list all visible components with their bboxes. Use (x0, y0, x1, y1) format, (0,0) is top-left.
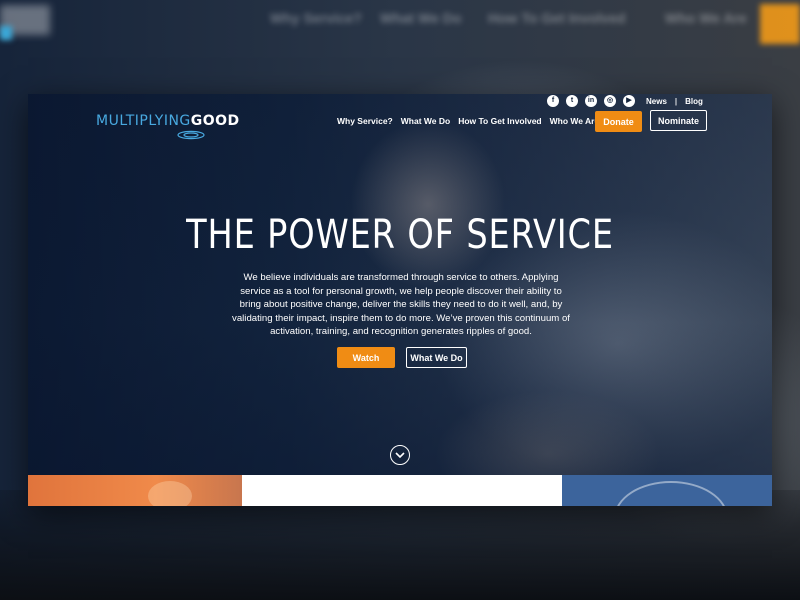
hero-section: MULTIPLYINGGOOD f t in ◎ ▶ News | Blog W… (28, 94, 772, 475)
backdrop-nav-3: How To Get Involved (488, 10, 626, 26)
nominate-button[interactable]: Nominate (650, 110, 707, 131)
backdrop-nav-4: Who We Are (665, 10, 747, 26)
social-links: f t in ◎ ▶ (547, 95, 635, 107)
scroll-down-button[interactable] (390, 445, 410, 465)
nav-item-how-to-get-involved[interactable]: How To Get Involved (458, 116, 541, 126)
chevron-down-icon (395, 451, 405, 458)
watch-button[interactable]: Watch (337, 347, 395, 368)
nav-item-who-we-are[interactable]: Who We Are (550, 116, 600, 126)
blog-link[interactable]: Blog (685, 97, 703, 106)
facebook-icon[interactable]: f (547, 95, 559, 107)
feature-tile-white[interactable] (242, 475, 562, 506)
feature-tile-orange[interactable] (28, 475, 242, 506)
instagram-icon[interactable]: ◎ (604, 95, 616, 107)
twitter-icon[interactable]: t (566, 95, 578, 107)
ripple-icon (177, 130, 205, 140)
backdrop-accent (0, 26, 12, 40)
utility-links: News | Blog (646, 97, 703, 106)
main-nav: Why Service? What We Do How To Get Invol… (337, 116, 599, 126)
donate-button[interactable]: Donate (595, 111, 642, 132)
backdrop-nav-1: Why Service? (270, 10, 362, 26)
logo-text: MULTIPLYINGGOOD (96, 113, 240, 129)
news-link[interactable]: News (646, 97, 667, 106)
nav-item-why-service[interactable]: Why Service? (337, 116, 393, 126)
seal-emblem (614, 481, 728, 506)
backdrop-nav-2: What We Do (380, 10, 462, 26)
backdrop-donate (760, 4, 800, 44)
nav-item-what-we-do[interactable]: What We Do (401, 116, 450, 126)
hero-body: We believe individuals are transformed t… (232, 272, 570, 337)
linkedin-icon[interactable]: in (585, 95, 597, 107)
utility-separator: | (674, 97, 678, 106)
website-window: MULTIPLYINGGOOD f t in ◎ ▶ News | Blog W… (28, 94, 772, 506)
hero-title: THE POWER OF SERVICE (186, 212, 614, 258)
feature-tile-blue[interactable] (562, 475, 772, 506)
what-we-do-button[interactable]: What We Do (406, 347, 467, 368)
youtube-icon[interactable]: ▶ (623, 95, 635, 107)
site-logo[interactable]: MULTIPLYINGGOOD (96, 113, 240, 140)
